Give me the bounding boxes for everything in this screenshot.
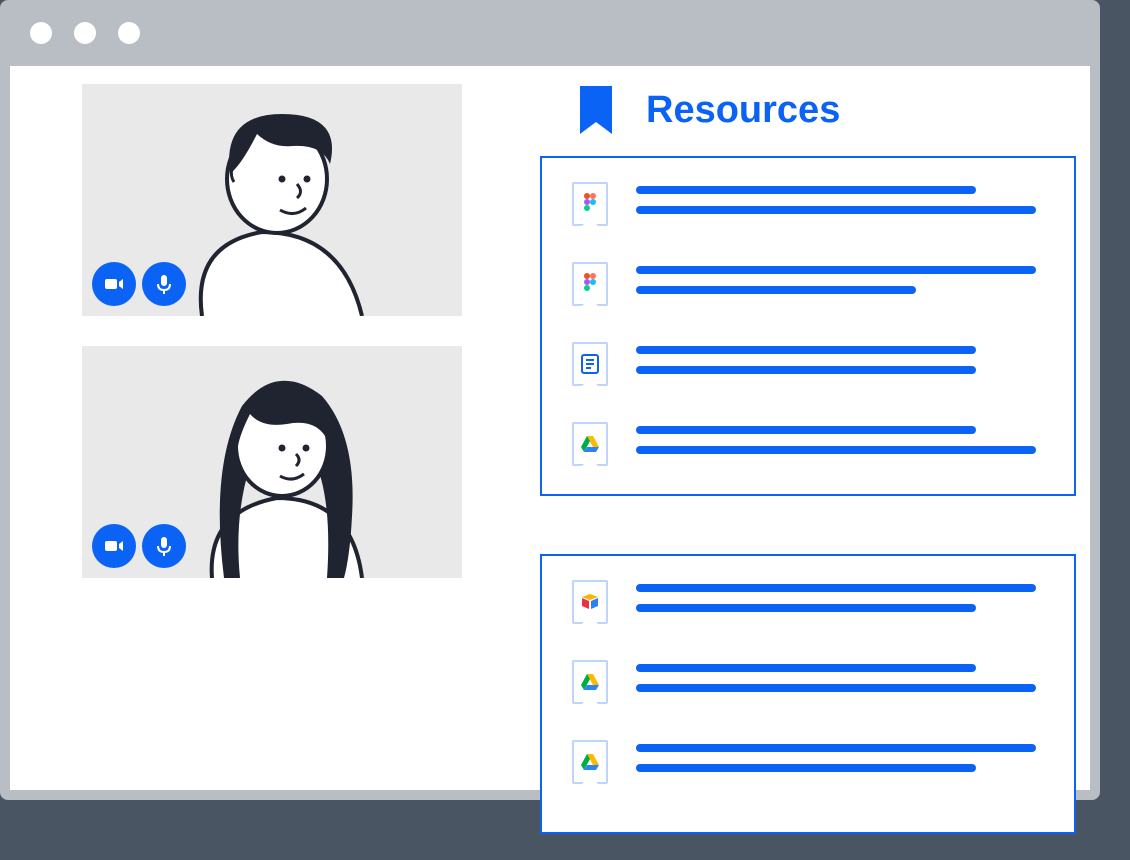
window-control-dot[interactable] [118,22,140,44]
resources-panel [540,554,1076,834]
airtable-icon [572,580,608,624]
resource-text-placeholder [636,422,1036,454]
drive-icon [572,660,608,704]
resource-text-placeholder [636,342,976,374]
camera-button[interactable] [92,262,136,306]
resource-item[interactable] [572,422,1036,466]
bookmark-icon [576,84,616,136]
resource-item[interactable] [572,182,1036,226]
drive-icon [572,740,608,784]
window-titlebar [0,0,1100,66]
window-control-dot[interactable] [30,22,52,44]
mic-icon [152,272,176,296]
resource-text-placeholder [636,262,1036,294]
camera-icon [102,534,126,558]
text-line [636,584,1036,592]
text-line [636,684,1036,692]
resource-text-placeholder [636,660,1036,692]
resource-item[interactable] [572,580,1036,624]
resources-header: Resources [576,84,840,136]
text-line [636,764,976,772]
resource-item[interactable] [572,342,976,386]
video-controls [92,524,186,568]
window-control-dot[interactable] [74,22,96,44]
text-line [636,744,1036,752]
text-line [636,186,976,194]
video-tile[interactable] [82,84,462,316]
drive-icon [572,422,608,466]
text-line [636,346,976,354]
resource-text-placeholder [636,740,1036,772]
resource-item[interactable] [572,740,1036,784]
figma-icon [572,262,608,306]
resources-title: Resources [646,89,840,132]
text-line [636,206,1036,214]
camera-button[interactable] [92,524,136,568]
text-line [636,604,976,612]
text-line [636,266,1036,274]
resource-item[interactable] [572,660,1036,704]
camera-icon [102,272,126,296]
resources-panel [540,156,1076,496]
resource-text-placeholder [636,580,1036,612]
doc-icon [572,342,608,386]
video-controls [92,262,186,306]
text-line [636,286,916,294]
mic-button[interactable] [142,524,186,568]
mic-icon [152,534,176,558]
app-window: Resources [0,0,1100,800]
text-line [636,664,976,672]
text-line [636,366,976,374]
text-line [636,446,1036,454]
resource-text-placeholder [636,182,1036,214]
text-line [636,426,976,434]
window-content: Resources [10,66,1090,790]
video-tile[interactable] [82,346,462,578]
mic-button[interactable] [142,262,186,306]
figma-icon [572,182,608,226]
resource-item[interactable] [572,262,1036,306]
